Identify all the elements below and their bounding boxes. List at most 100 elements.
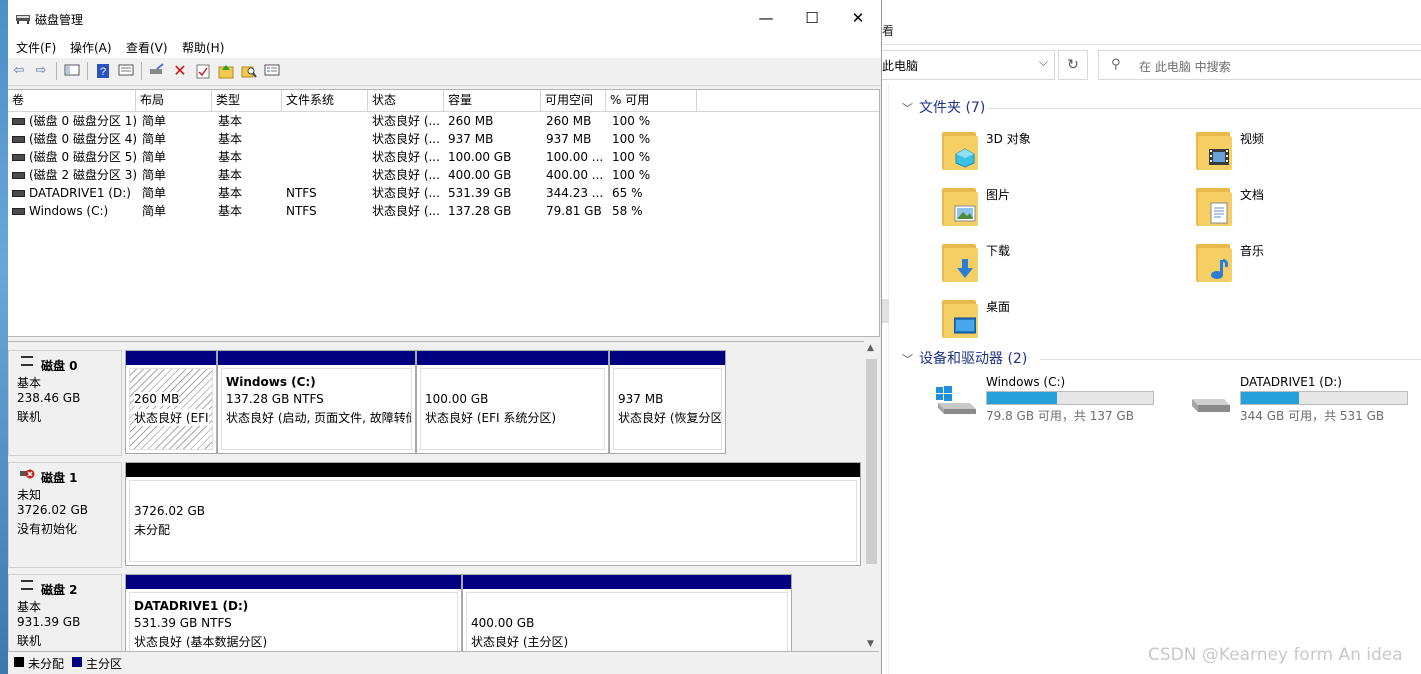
- view-menu[interactable]: 看: [882, 22, 894, 39]
- menu-file[interactable]: 文件(F): [16, 39, 56, 56]
- partition-recovery[interactable]: 937 MB 状态良好 (恢复分区: [609, 350, 726, 454]
- volume-icon: [12, 190, 25, 197]
- close-button[interactable]: ✕: [835, 0, 881, 36]
- drive-label: Windows (C:): [986, 375, 1066, 389]
- menu-view[interactable]: 查看(V): [126, 39, 168, 56]
- partition-efi-system[interactable]: 100.00 GB 状态良好 (EFI 系统分区): [416, 350, 609, 454]
- cell-free-space: 79.81 GB: [546, 202, 606, 220]
- cell-filesystem: [286, 166, 368, 184]
- cell-status: 状态良好 (...: [372, 184, 444, 202]
- devices-group-label: 设备和驱动器 (2): [919, 351, 1028, 367]
- cell-text: 状态良好 (...: [372, 168, 440, 182]
- cell-filesystem: [286, 148, 368, 166]
- folder-item-videos[interactable]: 视频: [1194, 128, 1414, 178]
- disk-2-label[interactable]: 磁盘 2 基本 931.39 GB 联机: [8, 574, 122, 652]
- nav-scroll-indicator[interactable]: [881, 299, 889, 323]
- column-header-percent-free[interactable]: % 可用: [606, 90, 697, 111]
- delete-icon[interactable]: ✕: [172, 63, 188, 79]
- folder-item-music[interactable]: 音乐: [1194, 240, 1414, 290]
- scrollbar-thumb[interactable]: [866, 359, 877, 564]
- show-hide-console-icon[interactable]: [64, 63, 80, 79]
- legend-bar: 未分配 主分区: [8, 651, 879, 674]
- folder-up-icon[interactable]: [218, 63, 234, 79]
- column-header-layout[interactable]: 布局: [136, 90, 212, 111]
- folder-documents-icon: [1194, 184, 1234, 228]
- scroll-down-arrow-icon[interactable]: ▼: [867, 639, 874, 649]
- column-header-status[interactable]: 状态: [368, 90, 444, 111]
- title-bar[interactable]: 磁盘管理 — ☐ ✕: [8, 0, 881, 36]
- cell-status: 状态良好 (...: [372, 112, 444, 130]
- folder-label: 图片: [986, 188, 1011, 202]
- folder-item-downloads[interactable]: 下载: [940, 240, 1160, 290]
- search-folder-icon[interactable]: [241, 63, 257, 79]
- help-icon[interactable]: ?: [95, 63, 111, 79]
- menu-help[interactable]: 帮助(H): [182, 39, 224, 56]
- column-header-capacity[interactable]: 容量: [444, 90, 541, 111]
- partition-windows-c[interactable]: Windows (C:) 137.28 GB NTFS 状态良好 (启动, 页面…: [217, 350, 416, 454]
- disk-0-label[interactable]: 磁盘 0 基本 238.46 GB 联机: [8, 350, 122, 456]
- folder-music-icon: [1194, 240, 1234, 284]
- cell-type: 基本: [218, 130, 282, 148]
- cell-free-space: 260 MB: [546, 112, 606, 130]
- table-row[interactable]: Windows (C:) 简单 基本 NTFS 状态良好 (... 137.28 GB 79…: [8, 202, 879, 220]
- list-view-icon[interactable]: [264, 63, 280, 79]
- partition-primary[interactable]: 400.00 GB 状态良好 (主分区): [462, 574, 792, 652]
- scroll-up-arrow-icon[interactable]: ▲: [867, 343, 874, 353]
- table-row[interactable]: (磁盘 0 磁盘分区 5) 简单 基本 状态良好 (... 100.00 GB 100.0…: [8, 148, 879, 166]
- minimize-button[interactable]: —: [743, 0, 789, 36]
- cell-status: 状态良好 (...: [372, 130, 444, 148]
- disk-icon: [21, 356, 33, 366]
- ribbon-separator: [878, 44, 1421, 45]
- chevron-down-icon[interactable]: ⌵: [1039, 55, 1048, 70]
- back-arrow-icon[interactable]: ⇦: [11, 63, 27, 79]
- address-bar[interactable]: 此电脑 ⌵: [878, 50, 1055, 80]
- chevron-down-icon[interactable]: ﹀: [902, 353, 913, 366]
- devices-group-header[interactable]: ﹀ 设备和驱动器 (2): [902, 348, 1027, 368]
- volume-icon: [12, 172, 25, 179]
- partition-efi[interactable]: 260 MB 状态良好 (EFI: [125, 350, 217, 454]
- cell-text: 531.39 GB: [448, 186, 512, 200]
- maximize-button[interactable]: ☐: [789, 0, 835, 36]
- drive-item-c[interactable]: Windows (C:) 79.8 GB 可用，共 137 GB: [934, 375, 1164, 425]
- column-header-free-space[interactable]: 可用空间: [541, 90, 606, 111]
- cell-text: 137.28 GB: [448, 204, 512, 218]
- cell-text: 344.23 ...: [546, 186, 604, 200]
- properties-icon[interactable]: [118, 63, 134, 79]
- folder-3d-objects-icon: [940, 128, 980, 172]
- refresh-icon[interactable]: ↻: [1058, 50, 1088, 80]
- partition-unallocated[interactable]: 3726.02 GB 未分配: [125, 462, 861, 566]
- column-header-volume[interactable]: 卷: [8, 90, 136, 111]
- search-input[interactable]: 在 此电脑 中搜索: [1139, 58, 1231, 75]
- partition-status: 状态良好 (EFI 系统分区): [425, 411, 557, 425]
- drive-usage-bar: [1240, 391, 1408, 405]
- cell-filesystem: [286, 112, 368, 130]
- column-header-type[interactable]: 类型: [212, 90, 282, 111]
- table-row[interactable]: (磁盘 0 磁盘分区 4) 简单 基本 状态良好 (... 937 MB 937 MB 10…: [8, 130, 879, 148]
- cell-volume: Windows (C:): [12, 202, 136, 220]
- partition-datadrive-d[interactable]: DATADRIVE1 (D:) 531.39 GB NTFS 状态良好 (基本数…: [125, 574, 462, 652]
- partition-status: 未分配: [134, 523, 171, 537]
- cell-layout: 简单: [142, 202, 212, 220]
- folder-item-pictures[interactable]: 图片: [940, 184, 1160, 234]
- disk-1-label[interactable]: 磁盘 1 未知 3726.02 GB 没有初始化: [8, 462, 122, 568]
- drive-item-d[interactable]: DATADRIVE1 (D:) 344 GB 可用，共 531 GB: [1188, 375, 1418, 425]
- chevron-down-icon[interactable]: ﹀: [902, 102, 913, 115]
- menu-action[interactable]: 操作(A): [70, 39, 112, 56]
- volume-icon: [12, 118, 25, 125]
- table-row[interactable]: (磁盘 2 磁盘分区 3) 简单 基本 状态良好 (... 400.00 GB 400.0…: [8, 166, 879, 184]
- window-title: 磁盘管理: [35, 13, 84, 27]
- folder-item-documents[interactable]: 文档: [1194, 184, 1414, 234]
- check-icon[interactable]: [195, 63, 211, 79]
- forward-arrow-icon[interactable]: ⇨: [33, 63, 49, 79]
- drive-usage-bar: [986, 391, 1154, 405]
- table-row[interactable]: (磁盘 0 磁盘分区 1) 简单 基本 状态良好 (... 260 MB 260 MB 10…: [8, 112, 879, 130]
- connect-drive-icon[interactable]: [149, 63, 165, 79]
- cell-free-space: 100.00 ...: [546, 148, 606, 166]
- search-box[interactable]: ⚲ 在 此电脑 中搜索: [1098, 50, 1421, 80]
- graphical-view-scrollbar[interactable]: ▲ ▼: [864, 341, 879, 651]
- table-row[interactable]: DATADRIVE1 (D:) 简单 基本 NTFS 状态良好 (... 531.39 G…: [8, 184, 879, 202]
- folder-item-desktop[interactable]: 桌面: [940, 296, 1160, 346]
- column-header-filesystem[interactable]: 文件系统: [282, 90, 368, 111]
- folder-item-3d[interactable]: 3D 对象: [940, 128, 1160, 178]
- folders-group-header[interactable]: ﹀ 文件夹 (7): [902, 97, 985, 117]
